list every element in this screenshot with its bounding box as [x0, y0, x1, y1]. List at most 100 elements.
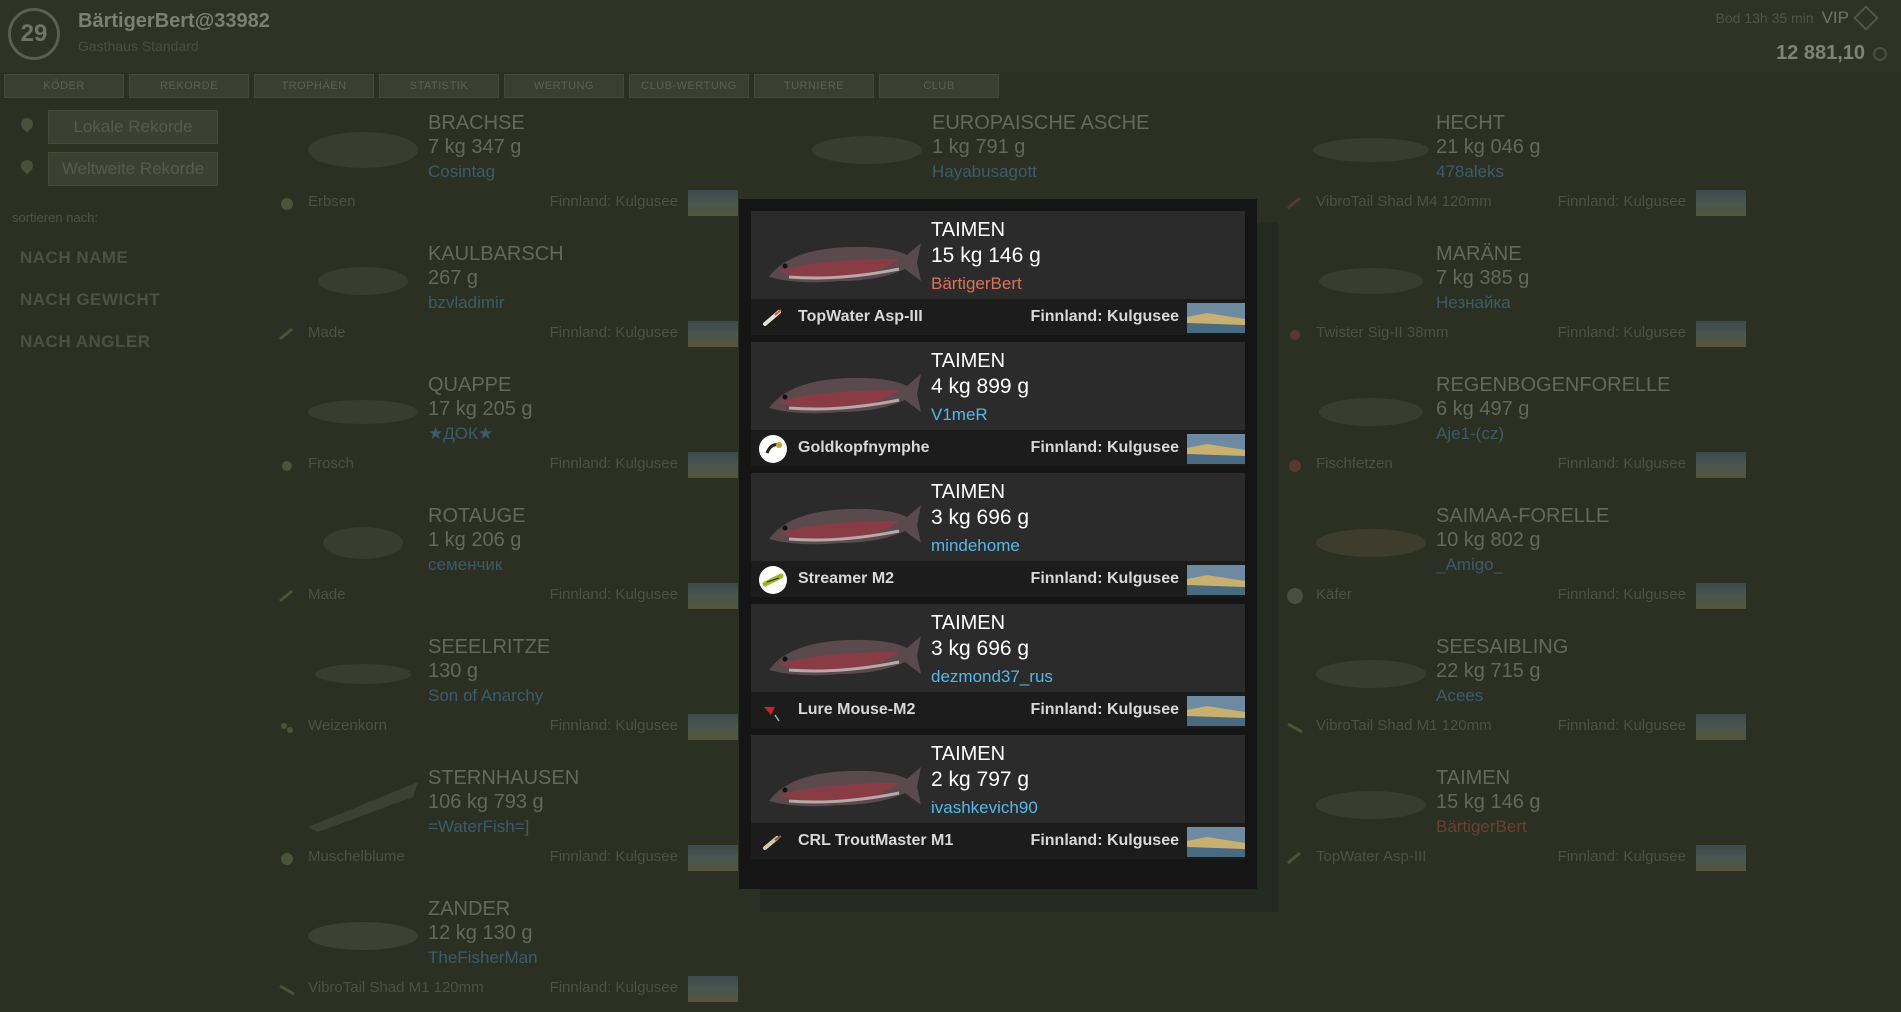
taimen-fish-icon [759, 350, 923, 430]
bait-row: TopWater Asp-III Finnland: Kulgusee [1286, 845, 1746, 871]
angler-name[interactable]: Hayabusagott [932, 162, 1037, 182]
fish-weight: 130 g [428, 660, 479, 682]
fish-name: TAIMEN [931, 350, 1006, 372]
fish-weight: 15 kg 146 g [1436, 791, 1541, 813]
bait-row: Made Finnland: Kulgusee [278, 583, 738, 609]
fish-weight: 3 kg 696 g [931, 506, 1030, 529]
record-card-marane[interactable]: MARÄNE 7 kg 385 g Незнайка Twister Sig-I… [1266, 235, 1746, 355]
angler-name[interactable]: bzvladimir [428, 293, 505, 313]
angler-name[interactable]: 478aleks [1436, 162, 1504, 182]
angler-name[interactable]: Незнайка [1436, 293, 1511, 313]
tab-wertung[interactable]: WERTUNG [504, 74, 624, 98]
troutmaster-lure-icon [759, 828, 787, 856]
angler-name[interactable]: V1meR [931, 405, 988, 425]
location-name: Finnland: Kulgusee [1030, 439, 1179, 456]
bait-name: Twister Sig-II 38mm [1316, 324, 1449, 341]
bait-row: Muschelblume Finnland: Kulgusee [278, 845, 738, 871]
location-name: Finnland: Kulgusee [549, 324, 678, 341]
streamer-lure-icon [759, 566, 787, 594]
record-card-rotauge[interactable]: ROTAUGE 1 kg 206 g семенчик Made Finnlan… [258, 497, 738, 617]
sort-by-angler[interactable]: NACH ANGLER [20, 332, 150, 352]
lake-landscape-icon [1696, 583, 1746, 609]
bait-name: Erbsen [308, 193, 356, 210]
level-badge: 29 [8, 8, 60, 60]
lake-landscape-icon [1696, 190, 1746, 216]
vip-diamond-icon[interactable] [1853, 5, 1879, 31]
fish-name: STERNHAUSEN [428, 767, 580, 789]
world-records-button[interactable]: Weltweite Rekorde [48, 152, 218, 186]
angler-name[interactable]: Aje1-(cz) [1436, 424, 1504, 444]
lake-landscape-icon [1187, 303, 1245, 333]
angler-name[interactable]: BärtigerBert [1436, 817, 1527, 837]
bait-icon [1286, 587, 1304, 605]
player-name: BärtigerBert@33982 [78, 10, 270, 32]
lake-landscape-icon [1187, 565, 1245, 595]
fish-icon [298, 767, 428, 837]
tab-trophaen[interactable]: TROPHÄEN [254, 74, 374, 98]
tab-rekorde[interactable]: REKORDE [129, 74, 249, 98]
sort-by-weight[interactable]: NACH GEWICHT [20, 290, 160, 310]
record-entry[interactable]: TAIMEN 3 kg 696 g mindehome Streamer M2 … [751, 473, 1245, 597]
angler-name[interactable]: ★ДОК★ [428, 424, 493, 444]
angler-name[interactable]: семенчик [428, 555, 502, 575]
lake-landscape-icon [688, 976, 738, 1002]
record-card-sternhausen[interactable]: STERNHAUSEN 106 kg 793 g =WaterFish=] Mu… [258, 759, 738, 879]
bait-name: Lure Mouse-M2 [798, 701, 916, 718]
angler-name[interactable]: _Amigo_ [1436, 555, 1503, 575]
bait-name: Goldkopfnymphe [798, 439, 930, 456]
record-card-saimaa-forelle[interactable]: SAIMAA-FORELLE 10 kg 802 g _Amigo_ Käfer… [1266, 497, 1746, 617]
fish-icon [298, 636, 428, 706]
sort-by-name[interactable]: NACH NAME [20, 248, 128, 268]
tab-turniere[interactable]: TURNIERE [754, 74, 874, 98]
fish-weight: 106 kg 793 g [428, 791, 544, 813]
record-card-hecht[interactable]: HECHT 21 kg 046 g 478aleks VibroTail Sha… [1266, 104, 1746, 224]
record-card-kaulbarsch[interactable]: KAULBARSCH 267 g bzvladimir Made Finnlan… [258, 235, 738, 355]
record-entry[interactable]: TAIMEN 4 kg 899 g V1meR Goldkopfnymphe F… [751, 342, 1245, 466]
record-card-taimen[interactable]: TAIMEN 15 kg 146 g BärtigerBert TopWater… [1266, 759, 1746, 879]
fish-icon [298, 505, 428, 575]
record-entry[interactable]: TAIMEN 15 kg 146 g BärtigerBert TopWater… [751, 211, 1245, 335]
bait-name: Muschelblume [308, 848, 405, 865]
record-card-quappe[interactable]: QUAPPE 17 kg 205 g ★ДОК★ Frosch Finnland… [258, 366, 738, 486]
angler-name[interactable]: mindehome [931, 536, 1020, 556]
angler-name[interactable]: dezmond37_rus [931, 667, 1053, 687]
tab-club-wertung[interactable]: CLUB-WERTUNG [629, 74, 749, 98]
tab-statistik[interactable]: STATISTIK [379, 74, 499, 98]
fish-name: BRACHSE [428, 112, 525, 134]
record-card-zander[interactable]: ZANDER 12 kg 130 g TheFisherMan VibroTai… [258, 890, 738, 1010]
fish-icon [1306, 636, 1436, 706]
topwater-lure-icon [759, 304, 787, 332]
record-entry[interactable]: TAIMEN 2 kg 797 g ivashkevich90 CRL Trou… [751, 735, 1245, 859]
bait-name: Frosch [308, 455, 354, 472]
location-pin-icon [20, 118, 34, 136]
fish-weight: 22 kg 715 g [1436, 660, 1541, 682]
angler-name[interactable]: Acees [1436, 686, 1483, 706]
bait-name: TopWater Asp-III [1316, 848, 1427, 865]
angler-name[interactable]: BärtigerBert [931, 274, 1022, 294]
local-records-button[interactable]: Lokale Rekorde [48, 110, 218, 144]
fish-name: ZANDER [428, 898, 511, 920]
angler-name[interactable]: Cosintag [428, 162, 495, 182]
record-card-seeelritze[interactable]: SEEELRITZE 130 g Son of Anarchy Weizenko… [258, 628, 738, 748]
bait-row: Fischfetzen Finnland: Kulgusee [1286, 452, 1746, 478]
record-card-regenbogenforelle[interactable]: REGENBOGENFORELLE 6 kg 497 g Aje1-(cz) F… [1266, 366, 1746, 486]
angler-name[interactable]: Son of Anarchy [428, 686, 543, 706]
record-entry[interactable]: TAIMEN 3 kg 696 g dezmond37_rus Lure Mou… [751, 604, 1245, 728]
fish-icon [298, 112, 428, 182]
fish-weight: 15 kg 146 g [931, 244, 1041, 267]
fish-name: QUAPPE [428, 374, 512, 396]
bait-icon [278, 456, 296, 474]
money-value: 12 881,10 [1776, 42, 1865, 64]
tab-club[interactable]: CLUB [879, 74, 999, 98]
local-records-row: Lokale Rekorde [20, 110, 218, 144]
lake-landscape-icon [688, 583, 738, 609]
angler-name[interactable]: ivashkevich90 [931, 798, 1038, 818]
bait-name: Made [308, 324, 346, 341]
record-card-seesaibling[interactable]: SEESAIBLING 22 kg 715 g Acees VibroTail … [1266, 628, 1746, 748]
tab-koder[interactable]: KÖDER [4, 74, 124, 98]
angler-name[interactable]: =WaterFish=] [428, 817, 529, 837]
angler-name[interactable]: TheFisherMan [428, 948, 538, 968]
record-card-asche[interactable]: EUROPAISCHE ASCHE 1 kg 791 g Hayabusagot… [762, 104, 1242, 194]
fish-name: KAULBARSCH [428, 243, 564, 265]
record-card-brachse[interactable]: BRACHSE 7 kg 347 g Cosintag Erbsen Finnl… [258, 104, 738, 224]
